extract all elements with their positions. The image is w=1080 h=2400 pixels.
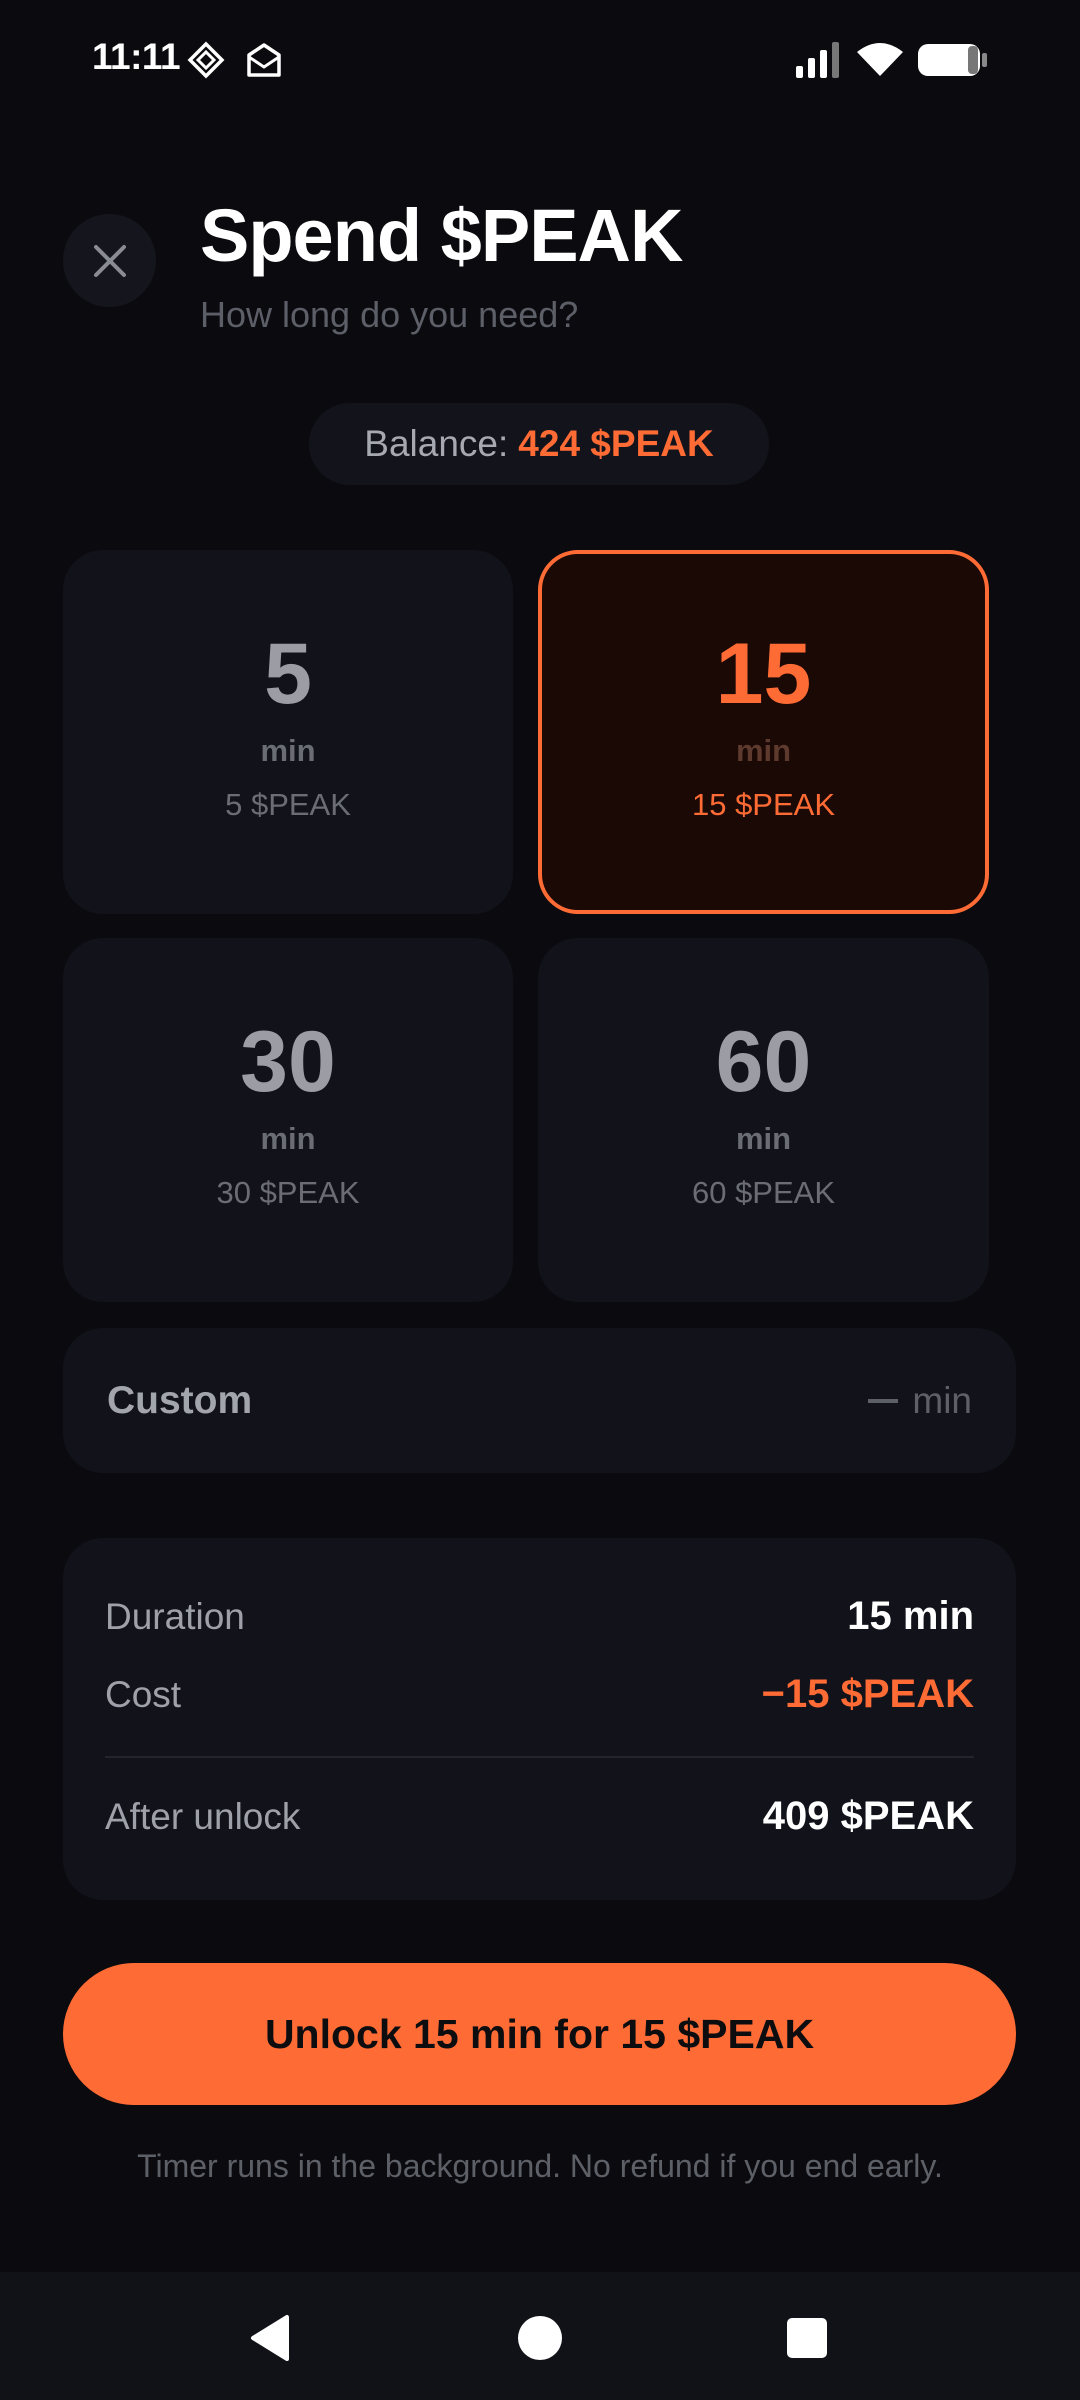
nav-recents-button[interactable] [779,2310,835,2366]
after-unlock-value: 409 $PEAK [762,1794,974,1838]
balance-label: Balance: [364,423,509,464]
unlock-button[interactable]: Unlock 15 min for 15 $PEAK [63,1963,1016,2105]
balance-value: 424 $PEAK [518,423,714,464]
mail-notification-icon [244,40,284,85]
system-nav-bar [0,2272,1080,2400]
option-unit: min [260,1121,316,1156]
option-price: 15 $PEAK [691,787,836,822]
balance-badge: Balance: 424 $PEAK [309,403,769,485]
option-minutes: 60 [715,1014,812,1110]
nav-back-button[interactable] [243,2310,299,2366]
option-60-min[interactable]: 60 min 60 $PEAK [538,938,989,1302]
summary-divider [105,1756,974,1758]
nav-home-button[interactable] [512,2310,568,2366]
empty-value-dash [868,1398,899,1403]
wifi-icon [855,40,905,85]
app-notification-icon [186,40,226,85]
custom-value: min [868,1380,972,1422]
summary-card: Duration 15 min Cost −15 $PEAK After unl… [63,1538,1016,1900]
status-time: 11:11 [92,36,181,77]
option-unit: min [260,733,316,768]
option-15-min[interactable]: 15 min 15 $PEAK [538,550,989,914]
option-minutes: 30 [240,1014,336,1110]
cost-value: −15 $PEAK [761,1672,974,1716]
duration-label: Duration [105,1595,245,1637]
option-unit: min [735,733,792,768]
option-5-min[interactable]: 5 min 5 $PEAK [63,550,513,914]
summary-after-row: After unlock 409 $PEAK [105,1794,974,1839]
home-circle-icon [518,2316,562,2360]
custom-unit: min [912,1379,972,1421]
close-icon [93,244,126,277]
summary-cost-row: Cost −15 $PEAK [105,1672,974,1717]
recents-square-icon [787,2318,827,2358]
option-unit: min [735,1121,792,1156]
duration-value: 15 min [847,1594,974,1638]
option-price: 60 $PEAK [691,1175,836,1210]
option-price: 5 $PEAK [225,787,351,822]
option-price: 30 $PEAK [216,1175,360,1210]
option-30-min[interactable]: 30 min 30 $PEAK [63,938,513,1302]
cost-label: Cost [105,1673,182,1715]
footer-note: Timer runs in the background. No refund … [137,2148,943,2184]
close-button[interactable] [63,214,156,307]
custom-label: Custom [107,1378,253,1422]
back-triangle-icon [251,2315,289,2361]
battery-icon [916,40,990,85]
option-minutes: 5 [264,626,312,722]
signal-icon [794,40,844,85]
page-title: Spend $PEAK [200,194,683,277]
after-unlock-label: After unlock [105,1795,301,1837]
custom-duration-input[interactable]: Custom min [63,1328,1016,1473]
option-minutes: 15 [715,626,812,722]
page-subtitle: How long do you need? [200,294,579,335]
summary-duration-row: Duration 15 min [105,1594,974,1639]
